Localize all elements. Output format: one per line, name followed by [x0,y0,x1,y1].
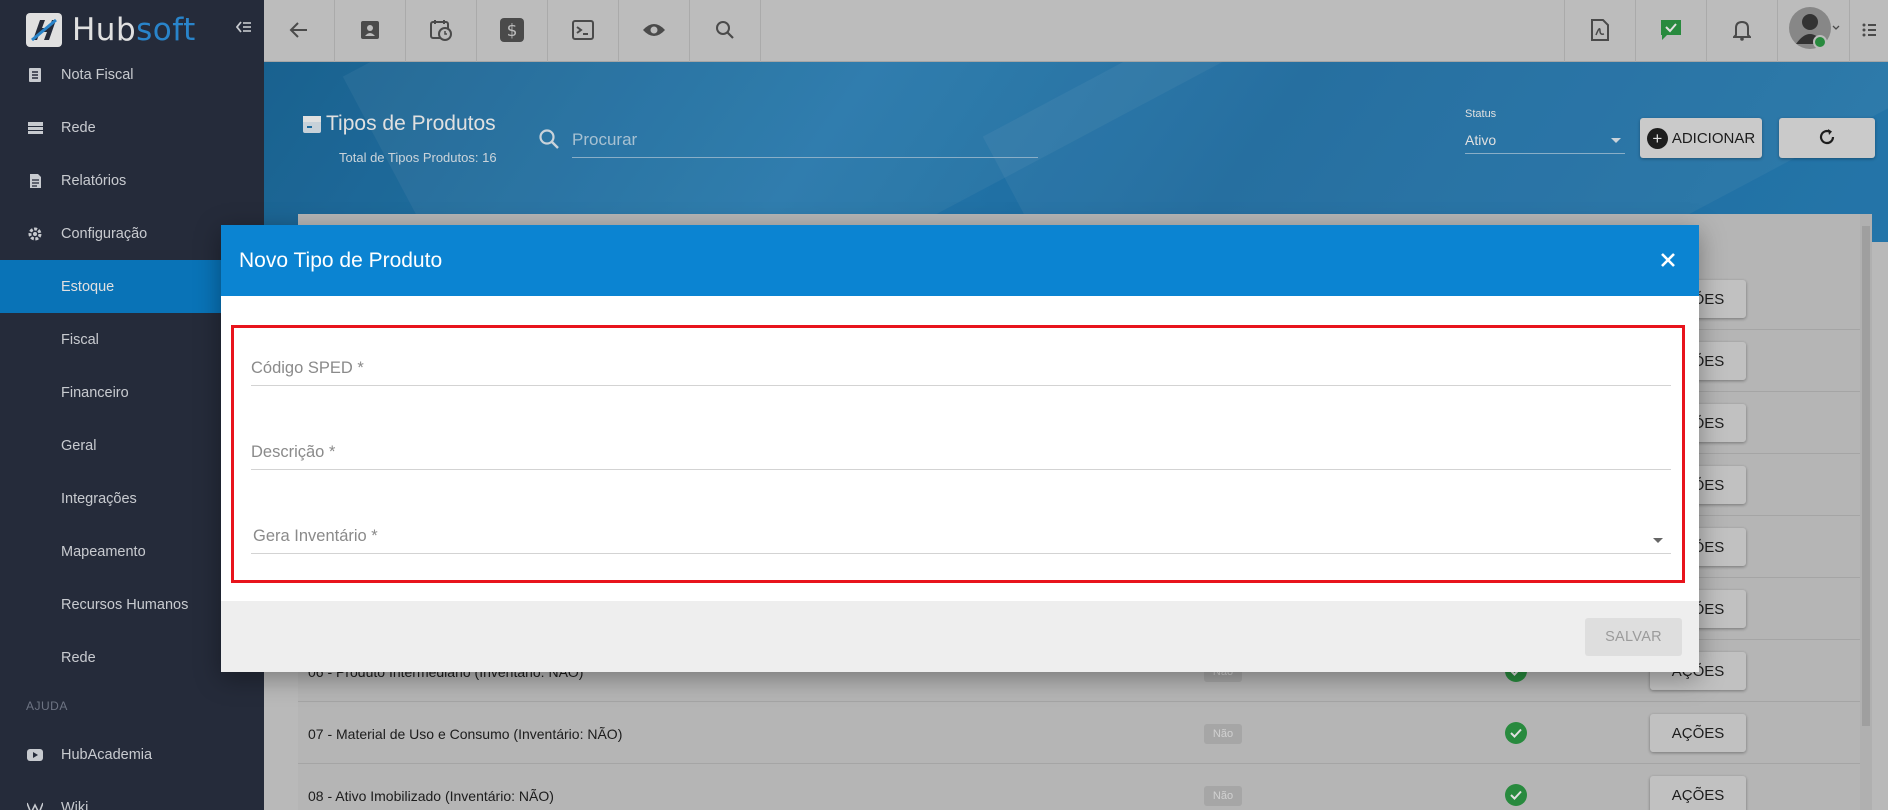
gera-inventario-label: Gera Inventário * [253,527,378,545]
modal-form: Código SPED * Descrição * Gera Inventári… [231,325,1685,583]
codigo-sped-label: Código SPED * [251,359,364,377]
chevron-down-icon [1653,538,1663,543]
save-button-label: SALVAR [1605,629,1662,645]
descricao-field[interactable]: Descrição * [251,428,1671,470]
gera-inventario-select[interactable]: Gera Inventário * [251,512,1671,554]
modal-title: Novo Tipo de Produto [239,248,443,272]
descricao-label: Descrição * [251,443,336,461]
codigo-sped-field[interactable]: Código SPED * [251,344,1671,386]
new-product-type-modal: Novo Tipo de Produto Código SPED * Descr… [221,225,1699,672]
modal-header: Novo Tipo de Produto [221,225,1699,296]
save-button[interactable]: SALVAR [1585,618,1682,656]
modal-footer: SALVAR [221,601,1699,672]
close-icon[interactable] [1657,249,1679,271]
